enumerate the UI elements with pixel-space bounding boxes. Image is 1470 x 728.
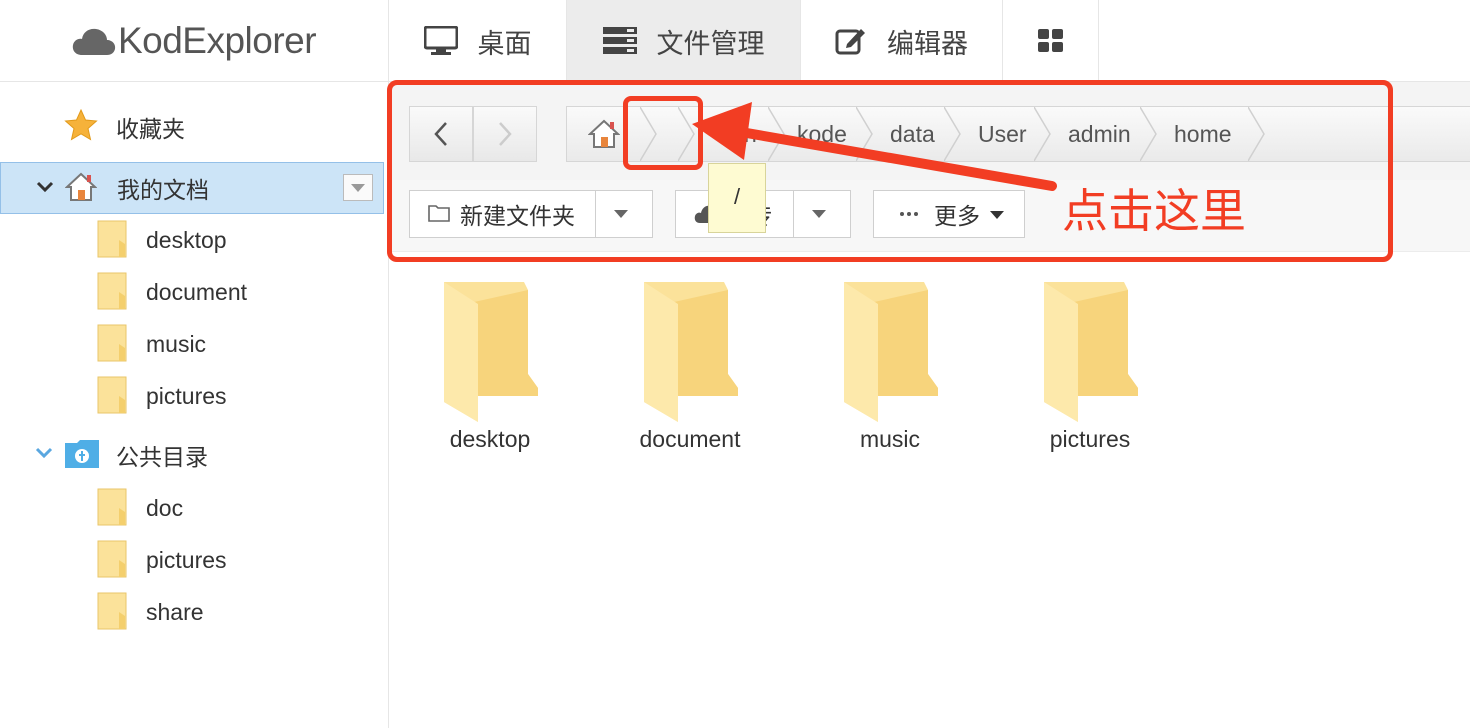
tree-item-doc[interactable]: doc <box>0 482 384 534</box>
tree-item-document[interactable]: document <box>0 266 384 318</box>
folder-icon <box>97 592 127 630</box>
chevron-right-icon <box>499 122 512 146</box>
nav-apps[interactable] <box>1003 0 1099 82</box>
tree-item-label: doc <box>146 494 184 521</box>
folder-icon <box>844 282 938 422</box>
separator-icon <box>944 107 961 161</box>
folder-icon <box>97 220 127 258</box>
file-item[interactable]: music <box>790 282 990 462</box>
tree-my-docs[interactable]: 我的文档 <box>0 162 384 214</box>
separator-icon <box>768 107 785 161</box>
separator-icon <box>678 107 695 161</box>
server-icon <box>602 27 637 54</box>
tree-item-label: pictures <box>146 546 227 573</box>
caret-down-icon <box>614 210 628 218</box>
folder-icon <box>97 272 127 310</box>
file-item[interactable]: desktop <box>390 282 590 462</box>
chevron-down-icon[interactable] <box>35 177 55 197</box>
nav-desktop[interactable]: 桌面 <box>389 0 567 82</box>
nav-files-label: 文件管理 <box>656 28 765 59</box>
tree-public[interactable]: 公共目录 <box>0 429 384 481</box>
back-button[interactable] <box>409 106 473 162</box>
tree-item-label: music <box>146 330 207 357</box>
folder-icon <box>444 282 538 422</box>
breadcrumb-segment[interactable]: admin <box>1068 107 1131 161</box>
tree-menu-button[interactable] <box>343 174 373 201</box>
annotation-text: 点击这里 <box>1062 185 1246 237</box>
folder-outline-icon <box>428 205 450 222</box>
breadcrumb-segment[interactable]: h <box>744 107 757 161</box>
monitor-icon <box>423 26 458 55</box>
home-icon <box>65 172 97 201</box>
folder-icon <box>97 324 127 362</box>
upload-dropdown[interactable] <box>793 191 826 237</box>
logo-text: KodExplorer <box>117 20 317 61</box>
home-icon <box>588 119 620 148</box>
sidebar-tree: 收藏夹 我的文档 desktop document music pictures… <box>0 82 389 728</box>
main-nav: 桌面 文件管理 编辑器 <box>389 0 1099 82</box>
separator-icon <box>1140 107 1157 161</box>
separator-icon <box>1034 107 1051 161</box>
nav-desktop-label: 桌面 <box>477 28 532 59</box>
file-name: document <box>639 426 741 452</box>
cloud-icon <box>72 28 116 55</box>
star-icon <box>64 109 98 141</box>
public-folder-icon <box>65 440 99 468</box>
new-folder-button[interactable]: 新建文件夹 <box>409 190 653 238</box>
separator-icon <box>856 107 873 161</box>
tree-item-label: pictures <box>146 382 227 409</box>
more-label: 更多 <box>934 203 980 229</box>
grid-icon <box>1037 29 1063 52</box>
nav-editor[interactable]: 编辑器 <box>801 0 1003 82</box>
caret-down-icon <box>351 183 365 192</box>
nav-editor-label: 编辑器 <box>887 28 968 59</box>
separator-icon <box>1248 107 1265 161</box>
tree-public-label: 公共目录 <box>116 444 208 470</box>
tree-item-label: document <box>146 278 248 305</box>
tree-item-pictures[interactable]: pictures <box>0 534 384 586</box>
breadcrumb-tooltip: / <box>708 163 766 233</box>
tree-favorites-label: 收藏夹 <box>116 116 185 142</box>
breadcrumb-segment[interactable]: User <box>978 107 1027 161</box>
folder-icon <box>97 540 127 578</box>
caret-down-icon <box>990 211 1004 219</box>
folder-icon <box>97 376 127 414</box>
folder-icon <box>644 282 738 422</box>
tree-item-music[interactable]: music <box>0 318 384 370</box>
breadcrumb-segment[interactable]: kode <box>797 107 847 161</box>
new-folder-label: 新建文件夹 <box>460 203 575 229</box>
breadcrumb-home[interactable] <box>568 107 640 161</box>
file-item[interactable]: pictures <box>990 282 1190 462</box>
tree-item-share[interactable]: share <box>0 586 384 638</box>
folder-icon <box>97 488 127 526</box>
tree-item-label: desktop <box>146 226 227 253</box>
breadcrumb-segment[interactable]: data <box>890 107 935 161</box>
chevron-down-icon[interactable] <box>34 443 54 463</box>
tree-item-pictures[interactable]: pictures <box>0 370 384 422</box>
file-name: pictures <box>1049 426 1131 452</box>
tree-item-desktop[interactable]: desktop <box>0 214 384 266</box>
tree-item-label: share <box>146 598 204 625</box>
top-bar: KodExplorer 桌面 文件管理 编辑器 <box>0 0 1470 82</box>
tree-my-docs-label: 我的文档 <box>117 177 209 203</box>
more-button[interactable]: 更多 <box>873 190 1025 238</box>
file-item[interactable]: document <box>590 282 790 462</box>
tree-favorites[interactable]: 收藏夹 <box>0 101 384 153</box>
chevron-left-icon <box>434 122 447 146</box>
ellipsis-icon <box>900 212 918 216</box>
app-logo[interactable]: KodExplorer <box>0 0 389 82</box>
forward-button[interactable] <box>473 106 537 162</box>
edit-icon <box>835 29 865 55</box>
breadcrumb-segment[interactable]: home <box>1174 107 1232 161</box>
new-folder-dropdown[interactable] <box>595 191 628 237</box>
caret-down-icon <box>812 210 826 218</box>
file-name: music <box>859 426 921 452</box>
file-name: desktop <box>449 426 531 452</box>
folder-icon <box>1044 282 1138 422</box>
nav-files[interactable]: 文件管理 <box>567 0 801 82</box>
